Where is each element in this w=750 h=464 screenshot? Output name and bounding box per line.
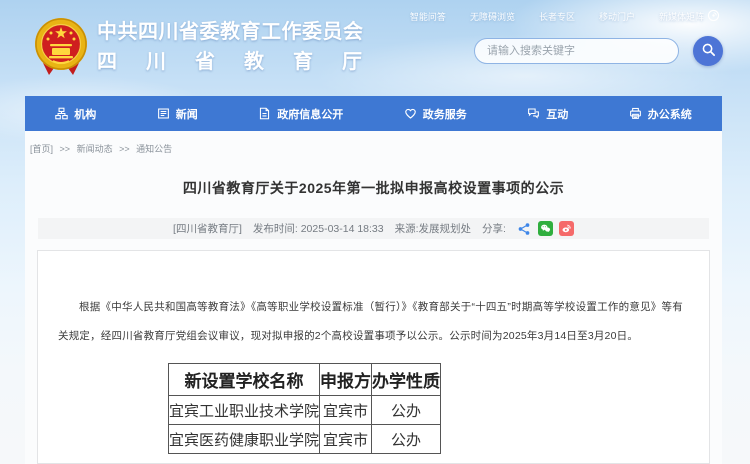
nav-label: 政务服务 — [423, 106, 467, 122]
sitemap-icon — [55, 107, 68, 120]
nav-label: 政府信息公开 — [277, 106, 343, 122]
weibo-share-icon[interactable] — [559, 221, 574, 236]
share-more-icon[interactable] — [517, 221, 532, 236]
table-row: 宜宾医药健康职业学院 宜宾市 公办 — [169, 425, 441, 454]
nav-item-news[interactable]: 新闻 — [147, 96, 208, 131]
main-nav: 机构 新闻 政府信息公开 政务服务 互动 办公系统 — [25, 96, 722, 131]
topbar-link-senior-zone[interactable]: 长者专区 — [539, 10, 575, 23]
topbar-link-accessibility[interactable]: 无障碍浏览 — [470, 10, 515, 23]
header-school-name: 新设置学校名称 — [169, 364, 320, 396]
cell-school-name: 宜宾医药健康职业学院 — [169, 425, 320, 454]
cell-applicant: 宜宾市 — [320, 396, 372, 425]
cell-school-type: 公办 — [372, 396, 441, 425]
nav-label: 办公系统 — [648, 106, 692, 122]
org-name-committee: 中共四川省委教育工作委员会 — [97, 17, 391, 47]
document-icon — [258, 107, 271, 120]
search-icon — [701, 42, 716, 60]
article-meta-bar: [四川省教育厅] 发布时间: 2025-03-14 18:33 来源:发展规划处… — [38, 218, 709, 239]
meta-publish-time: 发布时间: 2025-03-14 18:33 — [253, 221, 384, 236]
breadcrumb-home[interactable]: [首页] — [30, 144, 53, 154]
table-header-row: 新设置学校名称 申报方 办学性质 — [169, 364, 441, 396]
nav-item-info-disclosure[interactable]: 政府信息公开 — [248, 96, 353, 131]
org-names: 中共四川省委教育工作委员会 四川省教育厅 — [97, 17, 391, 77]
nav-label: 新闻 — [176, 106, 198, 122]
topbar-link-new-media[interactable]: 新媒体矩阵 — [659, 9, 720, 24]
cell-school-name: 宜宾工业职业技术学院 — [169, 396, 320, 425]
article-title: 四川省教育厅关于2025年第一批拟申报高校设置事项的公示 — [25, 178, 722, 198]
topbar: 智能问答 无障碍浏览 长者专区 移动门户 新媒体矩阵 — [410, 9, 720, 24]
meta-department: [四川省教育厅] — [173, 221, 242, 236]
nav-label: 互动 — [546, 106, 568, 122]
new-media-icon — [707, 9, 720, 24]
breadcrumb-notices[interactable]: 通知公告 — [136, 144, 172, 154]
heart-icon — [404, 107, 417, 120]
breadcrumb-separator: >> — [119, 144, 130, 154]
printer-icon — [629, 107, 642, 120]
article-body-card: 根据《中华人民共和国高等教育法》《高等职业学校设置标准（暂行）》《教育部关于“十… — [37, 250, 710, 464]
nav-item-institutions[interactable]: 机构 — [45, 96, 106, 131]
breadcrumb-separator: >> — [60, 144, 71, 154]
school-setup-table: 新设置学校名称 申报方 办学性质 宜宾工业职业技术学院 宜宾市 公办 宜宾医药健… — [168, 363, 441, 454]
nav-label: 机构 — [74, 106, 96, 122]
page: 智能问答 无障碍浏览 长者专区 移动门户 新媒体矩阵 — [0, 0, 750, 464]
topbar-link-mobile-portal[interactable]: 移动门户 — [599, 10, 635, 23]
chat-icon — [527, 107, 540, 120]
wechat-share-icon[interactable] — [538, 221, 553, 236]
article-paragraph: 根据《中华人民共和国高等教育法》《高等职业学校设置标准（暂行）》《教育部关于“十… — [58, 293, 683, 351]
breadcrumb: [首页] >> 新闻动态 >> 通知公告 — [30, 142, 172, 155]
topbar-link-smart-qa[interactable]: 智能问答 — [410, 10, 446, 23]
nav-item-office-system[interactable]: 办公系统 — [619, 96, 702, 131]
meta-share-label: 分享: — [482, 221, 506, 236]
search-button[interactable] — [693, 36, 723, 66]
header-school-type: 办学性质 — [372, 364, 441, 396]
content-panel: [首页] >> 新闻动态 >> 通知公告 四川省教育厅关于2025年第一批拟申报… — [25, 131, 722, 464]
search-bar — [474, 36, 723, 66]
table-row: 宜宾工业职业技术学院 宜宾市 公办 — [169, 396, 441, 425]
share-icons — [517, 221, 574, 236]
breadcrumb-news[interactable]: 新闻动态 — [77, 144, 113, 154]
search-input[interactable] — [474, 38, 679, 64]
org-name-department: 四川省教育厅 — [97, 47, 391, 77]
nav-item-interaction[interactable]: 互动 — [517, 96, 578, 131]
meta-source: 来源:发展规划处 — [395, 221, 471, 236]
header-applicant: 申报方 — [320, 364, 372, 396]
news-icon — [157, 107, 170, 120]
site-brand: 中共四川省委教育工作委员会 四川省教育厅 — [33, 13, 391, 81]
cell-applicant: 宜宾市 — [320, 425, 372, 454]
cell-school-type: 公办 — [372, 425, 441, 454]
nav-item-services[interactable]: 政务服务 — [394, 96, 477, 131]
national-emblem-icon — [33, 13, 89, 81]
